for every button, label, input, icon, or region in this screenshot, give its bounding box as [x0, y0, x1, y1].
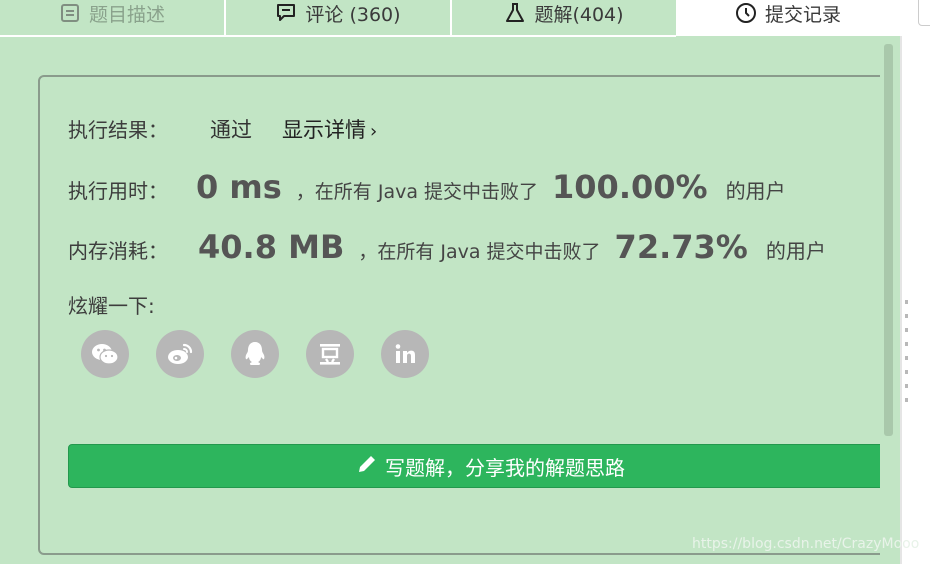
memory-description: ，在所有 Java 提交中击败了	[358, 241, 601, 263]
panel-scrollbar[interactable]	[884, 44, 893, 436]
right-gutter	[900, 0, 930, 564]
runtime-row: 执行用时： 0 ms ，在所有 Java 提交中击败了 100.00% 的用户	[68, 168, 786, 206]
share-row: 炫耀一下:	[68, 290, 155, 319]
memory-value: 40.8 MB	[198, 228, 345, 266]
write-solution-button[interactable]: 写题解，分享我的解题思路	[68, 444, 880, 488]
details-link[interactable]: 显示详情	[282, 114, 366, 144]
runtime-percentile: 100.00%	[552, 168, 708, 206]
gutter-divider	[900, 36, 902, 564]
gutter-handle[interactable]	[918, 0, 930, 26]
linkedin-icon[interactable]	[381, 330, 429, 378]
memory-percentile: 72.73%	[614, 228, 748, 266]
memory-label: 内存消耗：	[68, 239, 168, 263]
result-panel-wrapper: 执行结果： 通过 显示详情 › 执行用时： 0 ms ，在所有 Java 提交中…	[0, 0, 880, 564]
status-row: 执行结果： 通过 显示详情 ›	[68, 114, 377, 144]
qq-icon[interactable]	[231, 330, 279, 378]
share-icons	[81, 330, 429, 378]
chevron-right-icon[interactable]: ›	[370, 121, 377, 142]
wechat-icon[interactable]	[81, 330, 129, 378]
runtime-value: 0 ms	[196, 168, 282, 206]
status-value: 通过	[210, 118, 252, 142]
memory-row: 内存消耗： 40.8 MB ，在所有 Java 提交中击败了 72.73% 的用…	[68, 228, 826, 266]
weibo-icon[interactable]	[156, 330, 204, 378]
resize-handle[interactable]	[905, 300, 908, 402]
runtime-description: ，在所有 Java 提交中击败了	[295, 181, 539, 203]
watermark: https://blog.csdn.net/CrazyMooo	[692, 536, 920, 552]
share-label: 炫耀一下:	[68, 294, 155, 318]
status-label: 执行结果：	[68, 118, 168, 142]
douban-icon[interactable]	[306, 330, 354, 378]
memory-tail: 的用户	[765, 239, 826, 263]
runtime-tail: 的用户	[725, 179, 786, 203]
pencil-icon	[357, 454, 377, 479]
write-solution-label: 写题解，分享我的解题思路	[385, 455, 625, 480]
runtime-label: 执行用时：	[68, 179, 168, 203]
